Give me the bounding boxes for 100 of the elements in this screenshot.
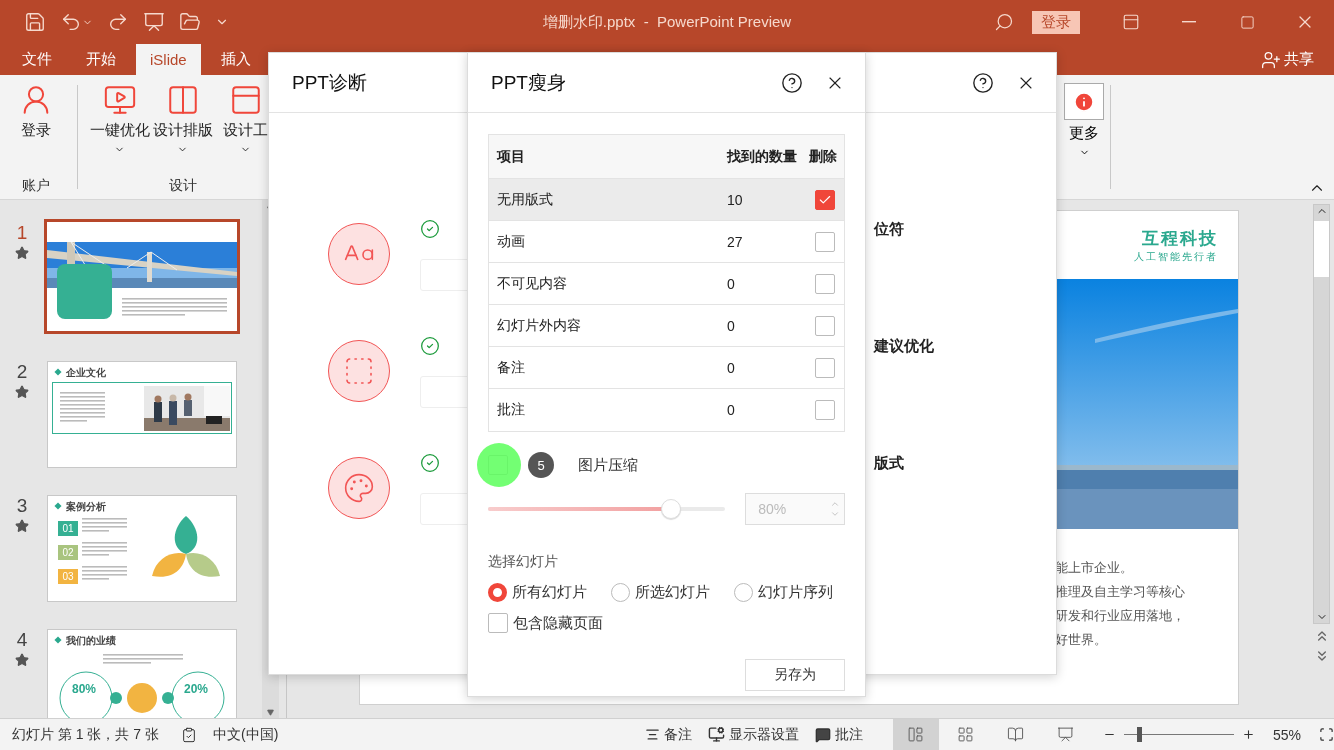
window-title: 增删水印.pptx - PowerPoint Preview: [542, 12, 792, 32]
user-plus-icon: [1261, 49, 1281, 70]
checkbox[interactable]: [815, 357, 835, 378]
zoom-in-icon[interactable]: [1241, 728, 1255, 741]
undo-icon[interactable]: [60, 11, 82, 33]
table-cell-text: 动画: [496, 232, 526, 251]
logo-text: 互程科技: [1142, 227, 1218, 250]
share-button[interactable]: 共享: [1255, 48, 1320, 71]
zoom-level: 55%: [1272, 726, 1301, 743]
ribbon-button[interactable]: 登录: [4, 81, 67, 177]
highlight-circle: [477, 443, 521, 487]
percentage: 80%: [72, 682, 97, 696]
table-cell-text: 0: [726, 275, 736, 292]
monitor-icon: [102, 83, 137, 117]
radio-option[interactable]: 幻灯片序列: [734, 583, 833, 602]
scroll-thumb[interactable]: [1314, 221, 1329, 277]
check-label: 版式: [874, 453, 904, 473]
group-label: 设计: [168, 177, 197, 195]
table-cell-text: 0: [726, 402, 736, 418]
star-icon: [15, 246, 29, 260]
ribbon-tab[interactable]: iSlide: [136, 44, 201, 75]
info-icon: [1064, 83, 1104, 120]
text-placeholder-drawing: [82, 518, 127, 534]
more-button[interactable]: 更多: [1064, 75, 1104, 199]
save-icon[interactable]: [24, 11, 46, 33]
section-label: 选择幻灯片: [488, 553, 559, 571]
slide-title: 企业文化: [66, 366, 106, 380]
login-button[interactable]: 登录: [1032, 10, 1080, 34]
notes-button[interactable]: 备注: [636, 725, 700, 744]
slide-number: 4: [16, 629, 28, 651]
diamond-icon: [54, 368, 62, 376]
ribbon-tab[interactable]: 插入: [206, 44, 265, 75]
checkbox[interactable]: [815, 273, 835, 294]
checkbox-label: 图片压缩: [578, 455, 638, 475]
notes-icon: [644, 727, 660, 742]
ribbon-button[interactable]: 设计工: [214, 81, 277, 177]
checkbox[interactable]: [815, 315, 835, 336]
ribbon-button[interactable]: 设计排版: [151, 81, 214, 177]
table-cell-text: 不可见内容: [496, 274, 568, 293]
check-label: 位符: [874, 219, 904, 239]
scroll-down-icon[interactable]: [267, 709, 274, 716]
panel-icon: [1122, 13, 1140, 31]
group-label: 账户: [21, 177, 50, 195]
zoom-slider[interactable]: [1121, 727, 1236, 742]
check-icon: [420, 336, 440, 356]
column-header: 找到的数量: [725, 147, 798, 166]
table-row[interactable]: 无用版式 10: [489, 179, 844, 221]
slide-number: 1: [16, 222, 28, 244]
step-marker: 5: [528, 452, 554, 478]
table-cell-text: 备注: [496, 358, 526, 377]
comments-button[interactable]: 批注: [806, 725, 871, 744]
folder-icon[interactable]: [179, 11, 201, 33]
check-icon: [420, 219, 440, 239]
book-icon: [1007, 726, 1025, 743]
slide-thumbnail[interactable]: 案例分析 01 02 03: [47, 495, 237, 602]
comment-icon: [814, 726, 831, 743]
grid-icon: [957, 726, 975, 743]
checkbox[interactable]: [815, 189, 835, 210]
checkbox[interactable]: [815, 400, 835, 420]
slide-title: 我们的业绩: [66, 634, 116, 648]
slide-number: 3: [16, 495, 28, 517]
slide-thumbnail[interactable]: 我们的业绩 80% 20%: [47, 629, 237, 718]
search-icon[interactable]: [994, 12, 1014, 32]
slide-number: 2: [16, 361, 28, 383]
table-cell-text: 无用版式: [496, 190, 554, 209]
check-label: 建议优化: [874, 336, 934, 356]
slide-thumbnail[interactable]: [44, 219, 240, 334]
number-badge: 03: [58, 569, 78, 584]
help-icon: [781, 71, 803, 94]
minimize-icon: [1182, 21, 1196, 23]
ribbon-tab[interactable]: 开始: [72, 44, 130, 75]
help-button[interactable]: [972, 71, 994, 94]
fit-slide-icon[interactable]: [1319, 727, 1334, 742]
view-button[interactable]: [892, 719, 939, 750]
display-settings-button[interactable]: 显示器设置: [699, 725, 807, 744]
ribbon-tab[interactable]: 文件: [8, 44, 66, 75]
checkbox[interactable]: [815, 231, 835, 252]
save-as-button[interactable]: 另存为: [745, 659, 845, 691]
star-icon: [15, 519, 29, 533]
number-badge: 02: [58, 545, 78, 560]
presentation-icon: [1057, 726, 1075, 743]
diamond-icon: [54, 502, 62, 510]
radio-option[interactable]: 所有幻灯片: [488, 583, 587, 602]
text-placeholder-drawing: [82, 542, 127, 558]
text-placeholder-drawing: [60, 392, 105, 424]
redo-icon[interactable]: [107, 11, 129, 33]
number-badge: 01: [58, 521, 78, 536]
star-icon: [15, 653, 29, 667]
help-button[interactable]: [781, 71, 803, 94]
table-cell-text: 幻灯片外内容: [496, 316, 582, 335]
radio-option[interactable]: 所选幻灯片: [611, 583, 710, 602]
slide-thumbnail[interactable]: 企业文化: [47, 361, 237, 468]
ribbon-button[interactable]: 一键优化: [88, 81, 151, 177]
column-header: 删除: [808, 147, 838, 166]
table-cell-text: 10: [726, 191, 744, 208]
checkbox-option[interactable]: 包含隐藏页面: [488, 613, 845, 633]
spellcheck-icon[interactable]: [181, 726, 198, 743]
monitor-gear-icon: [707, 726, 725, 743]
presentation-icon[interactable]: [143, 11, 165, 33]
normal-view-icon: [907, 726, 925, 743]
